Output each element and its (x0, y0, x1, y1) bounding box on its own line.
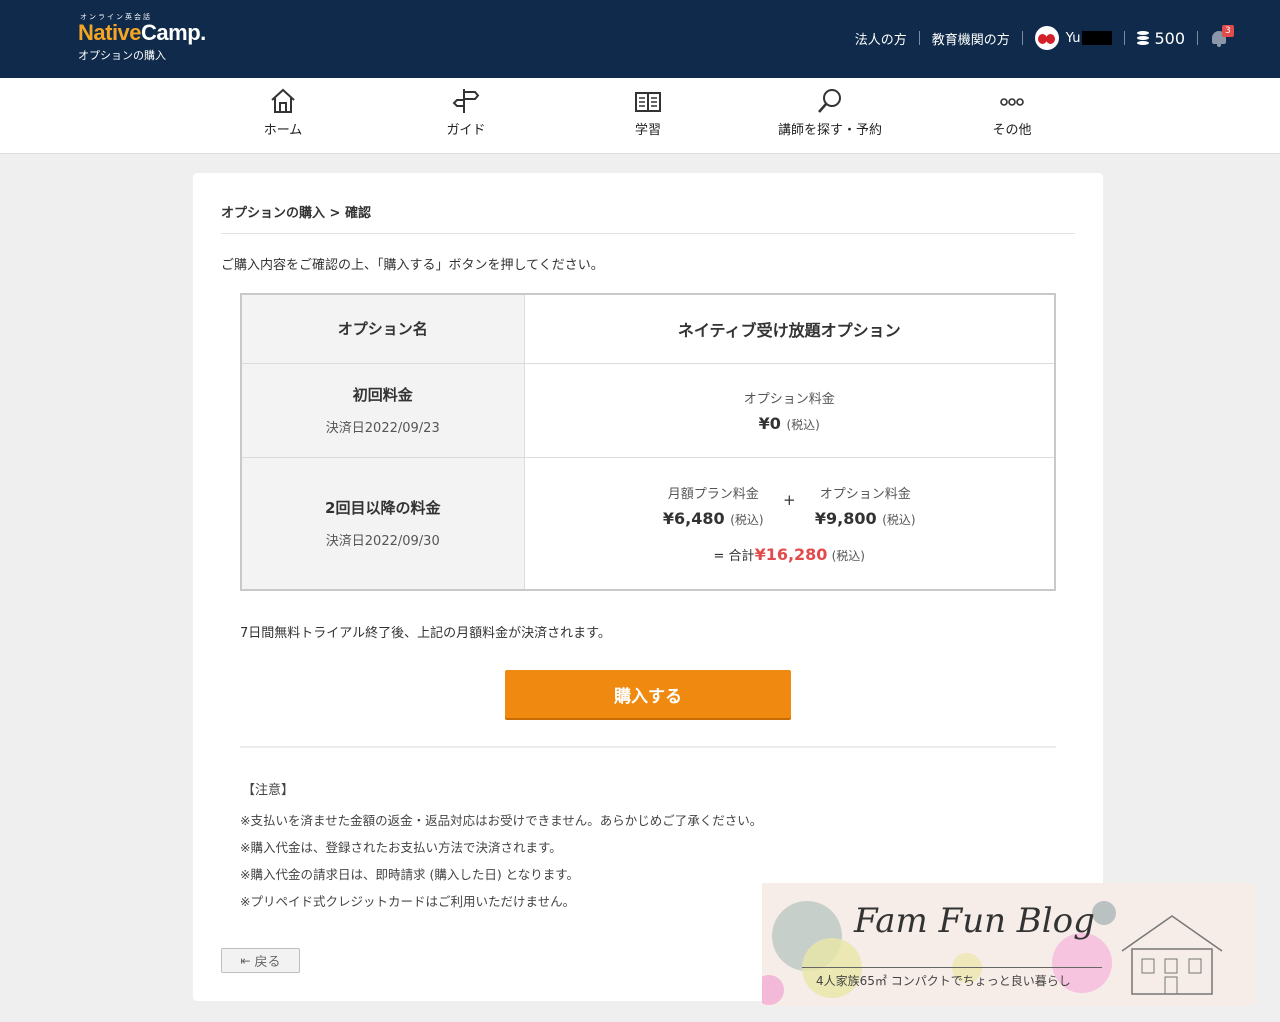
user-name[interactable]: Yu (1066, 31, 1081, 46)
second-fee-label: 2回目以降の料金 (325, 499, 441, 518)
option-name-value: ネイティブ受け放題オプション (677, 320, 901, 340)
home-icon (271, 88, 295, 113)
more-icon (1000, 98, 1024, 106)
plus-sign: + (782, 490, 796, 509)
nav-item-home[interactable]: ホーム (213, 78, 353, 154)
main-nav: ホーム ガイド 学習 講師を探す・予約 その他 (0, 78, 1280, 154)
first-fee-date: 決済日2022/09/23 (325, 421, 440, 436)
top-header: オンライン英会話 NativeCamp. オプションの購入 法人の方 教育機関の… (0, 0, 1280, 78)
book-icon (635, 92, 661, 112)
caution-notes: ※支払いを済ませた金額の返金・返品対応はお受けできません。あらかじめご了承くださ… (240, 810, 762, 918)
education-link[interactable]: 教育機関の方 (932, 29, 1010, 48)
table-row: 初回料金 決済日2022/09/23 オプション料金 ¥0 (税込) (240, 362, 1056, 458)
nav-item-find-tutor[interactable]: 講師を探す・予約 (760, 78, 900, 154)
house-illustration (1121, 915, 1223, 995)
back-arrow-icon: ⇤ (240, 953, 251, 968)
purchase-button[interactable]: 購入する (505, 670, 791, 718)
back-button-label: 戻る (254, 955, 281, 970)
divider (918, 31, 920, 45)
logo-wordmark: NativeCamp. (78, 20, 206, 45)
nav-label: ホーム (263, 123, 303, 138)
second-fee-value-cell: 月額プラン料金 ¥6,480 (税込) + オプション料金 ¥9,800 (税込… (523, 456, 1056, 591)
first-fee-price: ¥0 (税込) (758, 413, 820, 433)
corporate-link[interactable]: 法人の方 (855, 29, 907, 48)
divider (802, 967, 1102, 968)
first-fee-label: 初回料金 (352, 386, 413, 404)
blog-tagline: 4人家族65㎡ コンパクトでちょっと良い暮らし (816, 974, 1071, 988)
first-fee-item: オプション料金 (743, 391, 835, 407)
notification-badge: 3 (1222, 25, 1234, 37)
breadcrumb: オプションの購入 > 確認 (221, 206, 371, 221)
second-fee-label-cell: 2回目以降の料金 決済日2022/09/30 (240, 456, 525, 591)
divider (1021, 31, 1023, 45)
nav-item-more[interactable]: その他 (942, 78, 1082, 154)
first-fee-label-cell: 初回料金 決済日2022/09/23 (240, 362, 525, 458)
monthly-plan-fee: 月額プラン料金 ¥6,480 (税込) (662, 486, 764, 528)
note-item: ※支払いを済ませた金額の返金・返品対応はお受けできません。あらかじめご了承くださ… (240, 813, 763, 828)
redacted-name-mask (1082, 31, 1113, 45)
nav-label: 講師を探す・予約 (777, 123, 882, 138)
tax-label: (税込) (786, 417, 820, 432)
coin-stack-icon (1137, 31, 1150, 45)
coin-balance[interactable]: 500 (1154, 29, 1185, 48)
note-item: ※購入代金の請求日は、即時請求 (購入した日) となります。 (240, 867, 580, 882)
signpost-icon (452, 89, 480, 113)
nav-item-guide[interactable]: ガイド (396, 78, 536, 154)
first-fee-value-cell: オプション料金 ¥0 (税込) (523, 362, 1056, 458)
confirmation-card: オプションの購入 > 確認 ご購入内容をご確認の上、「購入する」ボタンを押してく… (193, 173, 1103, 1001)
nativecamp-logo[interactable]: オンライン英会話 NativeCamp. オプションの購入 (78, 12, 206, 63)
divider (1124, 31, 1126, 45)
trial-note: 7日間無料トライアル終了後、上記の月額料金が決済されます。 (240, 626, 611, 641)
nav-label: その他 (992, 123, 1032, 138)
bell-icon[interactable]: 3 (1210, 25, 1234, 48)
option-name-label: オプション名 (337, 320, 428, 339)
nav-item-study[interactable]: 学習 (578, 78, 718, 154)
table-row: 2回目以降の料金 決済日2022/09/30 月額プラン料金 ¥6,480 (税… (240, 456, 1056, 591)
second-fee-date: 決済日2022/09/30 (325, 534, 440, 550)
back-button[interactable]: ⇤ 戻る (221, 948, 300, 973)
option-fee: オプション料金 ¥9,800 (税込) (814, 486, 916, 528)
avatar[interactable] (1034, 26, 1059, 50)
note-item: ※プリペイド式クレジットカードはご利用いただけません。 (240, 894, 576, 909)
nav-label: ガイド (446, 123, 486, 138)
divider (221, 233, 1075, 234)
search-icon (818, 89, 841, 113)
option-summary-table: オプション名 ネイティブ受け放題オプション 初回料金 決済日2022/09/23… (240, 293, 1056, 591)
option-name-value-cell: ネイティブ受け放題オプション (523, 293, 1056, 364)
blog-title: Fam Fun Blog (854, 901, 1095, 941)
note-item: ※購入代金は、登録されたお支払い方法で決済されます。 (240, 840, 562, 855)
total-amount: = 合計¥16,280 (税込) (713, 544, 865, 564)
blog-watermark-banner: Fam Fun Blog 4人家族65㎡ コンパクトでちょっと良い暮らし (762, 883, 1255, 1006)
table-row: オプション名 ネイティブ受け放題オプション (240, 293, 1056, 364)
nav-label: 学習 (634, 123, 661, 138)
divider (1197, 31, 1198, 45)
option-name-label-cell: オプション名 (240, 293, 525, 364)
divider (240, 746, 1056, 748)
intro-text: ご購入内容をご確認の上、「購入する」ボタンを押してください。 (221, 258, 604, 273)
caution-title: 【注意】 (242, 783, 295, 798)
page-subtitle: オプションの購入 (78, 49, 166, 62)
